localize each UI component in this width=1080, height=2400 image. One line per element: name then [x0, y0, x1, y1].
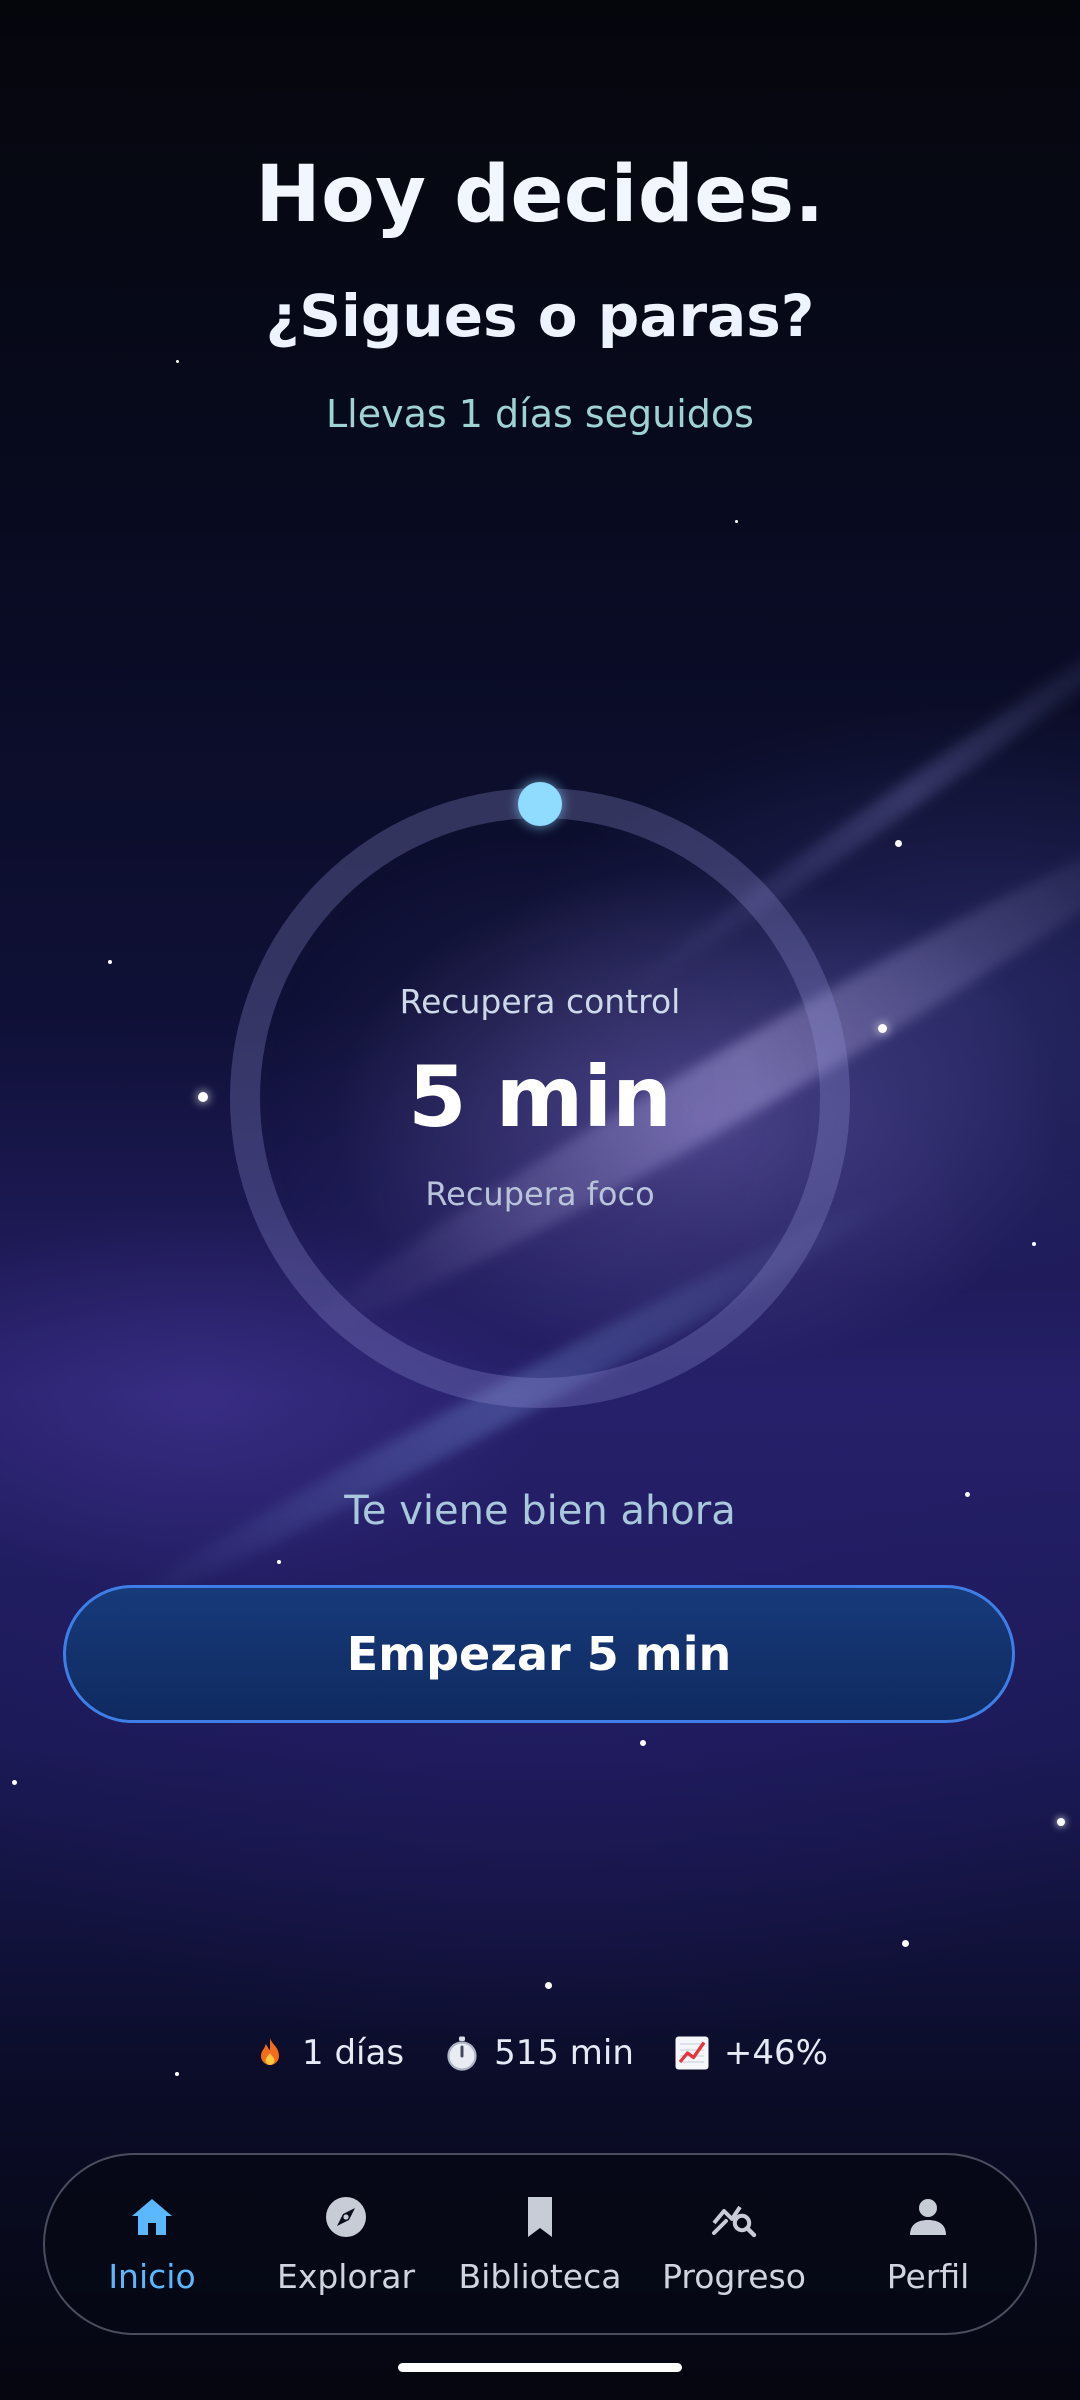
nav-label: Perfil [886, 2256, 970, 2296]
nav-item-explorar[interactable]: Explorar [251, 2193, 441, 2296]
star [545, 1982, 552, 1989]
star [735, 520, 738, 523]
stopwatch-icon [447, 2036, 477, 2071]
chart-increasing-icon [675, 2036, 709, 2070]
star [902, 1940, 909, 1947]
start-session-button[interactable]: Empezar 5 min [63, 1585, 1015, 1723]
timer-label: Recupera control [399, 982, 681, 1021]
stat-improvement-value: +46% [723, 2033, 828, 2073]
compass-icon [326, 2196, 366, 2237]
headline: Hoy decides. [255, 150, 825, 240]
nav-label: Explorar [276, 2256, 416, 2296]
nav-item-inicio[interactable]: Inicio [57, 2193, 247, 2296]
nav-item-perfil[interactable]: Perfil [833, 2193, 1023, 2296]
person-icon [910, 2198, 946, 2235]
stat-improvement: +46% [674, 2033, 828, 2073]
star [1057, 1818, 1065, 1826]
stat-minutes-value: 515 min [494, 2033, 634, 2073]
timer-ring-handle[interactable] [518, 782, 562, 826]
home-indicator[interactable] [398, 2363, 682, 2372]
nav-item-progreso[interactable]: Progreso [639, 2193, 829, 2296]
fire-icon [261, 2038, 280, 2065]
nav-label: Progreso [662, 2256, 806, 2296]
stats-row: 1 días 515 min +46% [0, 2033, 1080, 2073]
bottom-navigation: Inicio Explorar Biblioteca Progreso Perf… [43, 2153, 1037, 2335]
home-icon [132, 2198, 172, 2235]
stat-minutes: 515 min [444, 2033, 634, 2073]
nav-item-biblioteca[interactable]: Biblioteca [445, 2193, 635, 2296]
bookmark-icon [528, 2196, 552, 2237]
progress-search-icon [712, 2205, 757, 2237]
star [640, 1740, 646, 1746]
stat-streak: 1 días [252, 2033, 404, 2073]
recommendation-text: Te viene bien ahora [344, 1488, 736, 1534]
star [1032, 1242, 1036, 1246]
timer-sublabel: Recupera foco [425, 1175, 655, 1213]
subheadline: ¿Sigues o paras? [265, 282, 815, 350]
star [12, 1780, 17, 1785]
star [277, 1560, 281, 1564]
stat-streak-value: 1 días [302, 2033, 405, 2073]
streak-text: Llevas 1 días seguidos [326, 392, 754, 436]
star [895, 840, 902, 847]
nav-label: Inicio [108, 2256, 196, 2296]
star [878, 1024, 887, 1033]
star [176, 360, 179, 363]
star [108, 960, 112, 964]
timer-value: 5 min [408, 1048, 672, 1146]
nav-label: Biblioteca [458, 2256, 622, 2296]
